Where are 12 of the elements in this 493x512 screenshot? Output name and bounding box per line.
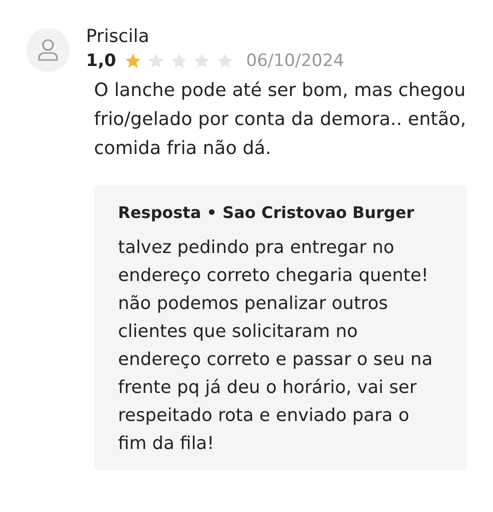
star-icon bbox=[193, 52, 212, 70]
author-name: Priscila bbox=[86, 26, 150, 47]
star-icon bbox=[124, 52, 142, 70]
star-icon bbox=[216, 52, 234, 70]
reply-title: Resposta • Sao Cristovao Burger bbox=[118, 203, 416, 222]
review-text: O lanche pode até ser bom, mas chegou frio/gelado por conta da demora.. então, comida fria não dá. bbox=[94, 79, 468, 161]
rating-score: 1,0 bbox=[86, 51, 116, 71]
star-icon bbox=[170, 52, 188, 70]
reply-text: talvez pedindo pra entregar no endereço correto chegaria quente! não podemos penalizar outros clientes que solicitaram no endereço correto e passar o seu na frente pq já deu o horário, vai ser respeitado rota e enviado para o fim da fila! bbox=[118, 236, 434, 456]
star-icon bbox=[147, 52, 166, 70]
avatar-icon bbox=[26, 28, 70, 72]
review-date: 06/10/2024 bbox=[246, 51, 344, 71]
